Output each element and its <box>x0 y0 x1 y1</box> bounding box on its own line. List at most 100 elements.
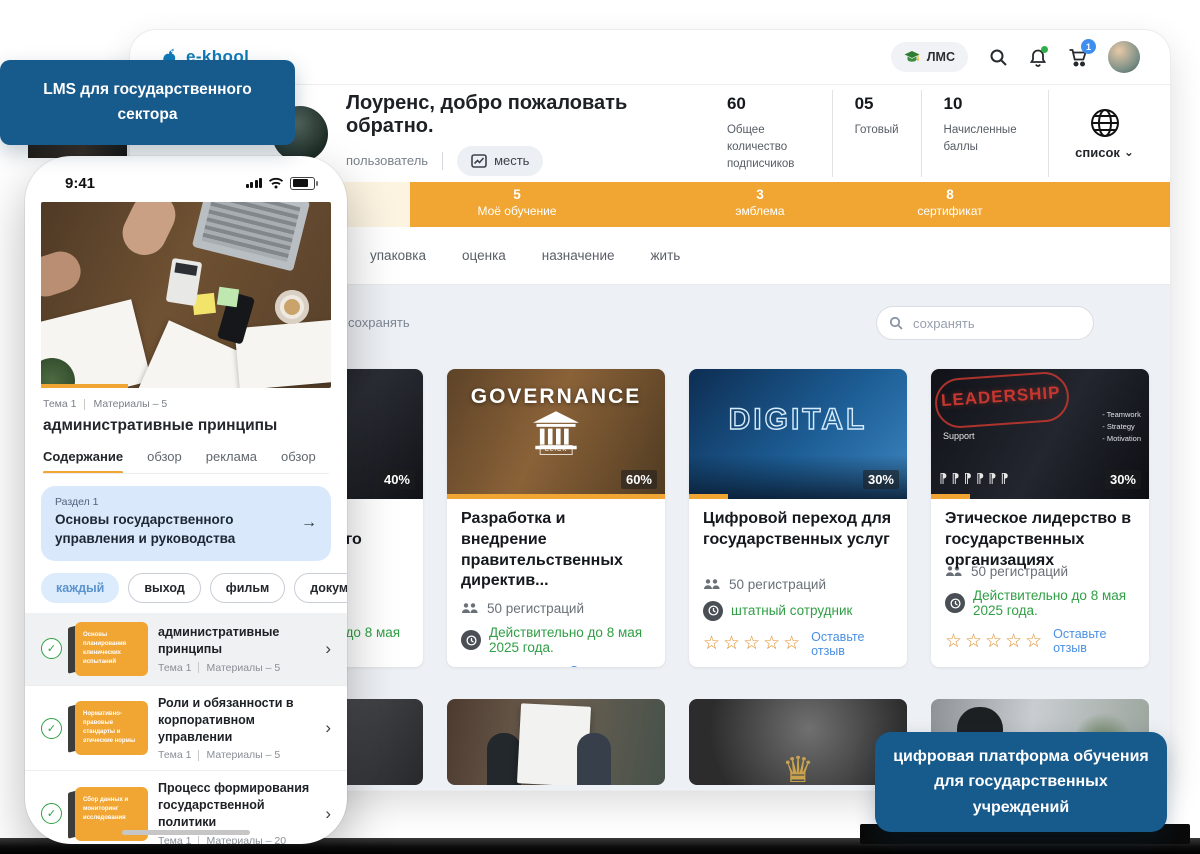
notification-dot <box>1041 46 1048 53</box>
person-silhouette <box>577 733 611 785</box>
check-icon: ✓ <box>41 718 62 739</box>
discount-badge: 30% <box>1105 470 1141 489</box>
list-dropdown[interactable]: список ⌄ <box>1048 90 1140 176</box>
user-avatar[interactable] <box>1108 41 1140 73</box>
lesson-thumbnail: Основы планирования клинических испытани… <box>72 622 148 676</box>
lesson-topic: Тема 1 <box>158 662 191 674</box>
person-silhouette <box>487 733 521 785</box>
tab-overview[interactable]: обзор <box>147 449 182 464</box>
star-rating[interactable]: ☆☆☆☆☆ <box>703 632 803 655</box>
chip-all[interactable]: каждый <box>41 573 119 603</box>
nav-tab-packages[interactable]: упаковка <box>370 248 426 263</box>
course-card[interactable]: LEADERSHIP Support - Teamwork - Strategy… <box>931 369 1149 667</box>
chevron-right-icon: › <box>325 804 331 824</box>
enrollment-count: 50 регистраций <box>487 601 584 616</box>
course-image: GOVERNANCE CLICK 60% <box>447 369 665 499</box>
lms-badge-label: ЛМС <box>927 50 955 64</box>
chip-document[interactable]: документ ▾ <box>294 573 347 603</box>
stat-value: 05 <box>855 94 899 114</box>
section-card[interactable]: Раздел 1 Основы государственного управле… <box>41 486 331 561</box>
course-title: административные принципы <box>43 417 329 435</box>
status-bar: 9:41 <box>25 156 347 200</box>
leave-review-link[interactable]: Оставьте отзыв <box>569 664 651 667</box>
course-image: LEADERSHIP Support - Teamwork - Strategy… <box>931 369 1149 499</box>
welcome-greeting: Лоуренс, добро пожаловать обратно. <box>346 92 705 138</box>
course-card[interactable]: GOVERNANCE CLICK 60% Разработка и внедре… <box>447 369 665 667</box>
progress-bar <box>931 494 970 499</box>
tab-count: 5 <box>432 187 602 202</box>
lesson-title: Процесс формирования государственной пол… <box>158 780 313 831</box>
click-label: CLICK <box>540 445 573 455</box>
course-title[interactable]: Цифровой переход для государственных усл… <box>703 509 893 551</box>
people-icon <box>703 578 721 591</box>
chevron-right-icon: › <box>325 718 331 738</box>
chip-video[interactable]: фильм <box>210 573 286 603</box>
lms-badge[interactable]: ЛМС <box>891 42 968 72</box>
period-button[interactable]: месть <box>457 146 543 176</box>
tab-my-learning[interactable]: 5 Моё обучение <box>432 187 602 218</box>
cart-icon[interactable]: 1 <box>1068 47 1088 67</box>
leave-review-link[interactable]: Оставьте отзыв <box>1053 627 1135 655</box>
progress-bar <box>689 494 728 499</box>
section-title: Основы государственного управления и рук… <box>55 511 280 549</box>
bell-icon[interactable] <box>1028 47 1048 67</box>
lesson-topic: Тема 1 <box>158 749 191 761</box>
course-detail-tabs: Содержание обзор реклама обзор комментар… <box>43 449 329 474</box>
caption-banner-top: LMS для государственного сектора <box>0 60 295 145</box>
leave-review-link[interactable]: Оставьте отзыв <box>811 630 893 658</box>
coffee-cup <box>275 290 309 324</box>
course-title[interactable]: Разработка и внедрение правительственных… <box>461 509 651 592</box>
course-search[interactable] <box>876 306 1094 340</box>
search-icon[interactable] <box>988 47 1008 67</box>
lesson-materials: Материалы – 20 <box>206 835 286 844</box>
course-title[interactable]: Этическое лидерство в государственных ор… <box>945 509 1135 571</box>
clock-icon <box>945 593 965 613</box>
chip-exit[interactable]: выход <box>128 573 200 603</box>
search-input[interactable] <box>911 315 1081 332</box>
cart-count-badge: 1 <box>1081 39 1096 54</box>
chess-piece-icon: ♛ <box>782 750 814 785</box>
lesson-item[interactable]: ✓ Нормативно-правовые стандарты и этичес… <box>25 685 347 771</box>
image-label: GOVERNANCE <box>447 385 665 409</box>
period-button-label: месть <box>494 153 529 168</box>
star-rating[interactable]: ☆☆☆☆☆ <box>945 630 1045 653</box>
stick-figures: ⁋⁋⁋⁋⁋⁋ <box>939 471 1013 487</box>
lesson-title: Роли и обязанности в корпоративном управ… <box>158 695 313 746</box>
course-image[interactable] <box>447 699 665 785</box>
check-icon: ✓ <box>41 638 62 659</box>
user-role-label: пользователь <box>346 153 428 168</box>
progress-bar <box>447 494 665 499</box>
course-card[interactable]: DIGITAL 30% Цифровой переход для государ… <box>689 369 907 667</box>
list-button-label: список <box>1075 145 1120 160</box>
notebook <box>234 320 331 388</box>
filter-chips: каждый выход фильм документ ▾ <box>41 573 331 603</box>
divider <box>198 662 199 673</box>
nav-tab-assignment[interactable]: назначение <box>542 248 615 263</box>
lesson-item[interactable]: ✓ Основы планирования клинических испыта… <box>25 613 347 685</box>
divider <box>198 836 199 844</box>
stat-label: Начисленные баллы <box>944 122 1027 155</box>
tab-certificates[interactable]: 8 сертификат <box>865 187 1035 218</box>
tab-contents[interactable]: Содержание <box>43 449 123 464</box>
enrollment-count: 50 регистраций <box>729 577 826 592</box>
stat-points: 10 Начисленные баллы <box>921 90 1049 176</box>
signal-icon <box>246 178 263 188</box>
thumbnail-text: Нормативно-правовые стандарты и этически… <box>75 701 148 755</box>
validity-text: Действительно до 8 мая 2025 года. <box>489 625 651 655</box>
tab-badges[interactable]: 3 эмблема <box>675 187 845 218</box>
section-label: сохранять <box>348 315 410 330</box>
clock-icon <box>461 630 481 650</box>
stat-completed: 05 Готовый <box>832 90 921 176</box>
arrow-right-icon[interactable]: → <box>301 514 317 532</box>
discount-badge: 40% <box>379 470 415 489</box>
chevron-right-icon: › <box>325 639 331 659</box>
tab-review[interactable]: обзор <box>281 449 316 464</box>
chevron-down-icon: ⌄ <box>1124 145 1134 159</box>
stat-value: 60 <box>727 94 810 114</box>
nav-tab-assessment[interactable]: оценка <box>462 248 506 263</box>
progress-bar <box>41 384 128 388</box>
materials-label: Материалы – 5 <box>93 398 167 410</box>
home-indicator[interactable] <box>122 830 250 835</box>
tab-promo[interactable]: реклама <box>206 449 257 464</box>
nav-tab-live[interactable]: жить <box>651 248 681 263</box>
